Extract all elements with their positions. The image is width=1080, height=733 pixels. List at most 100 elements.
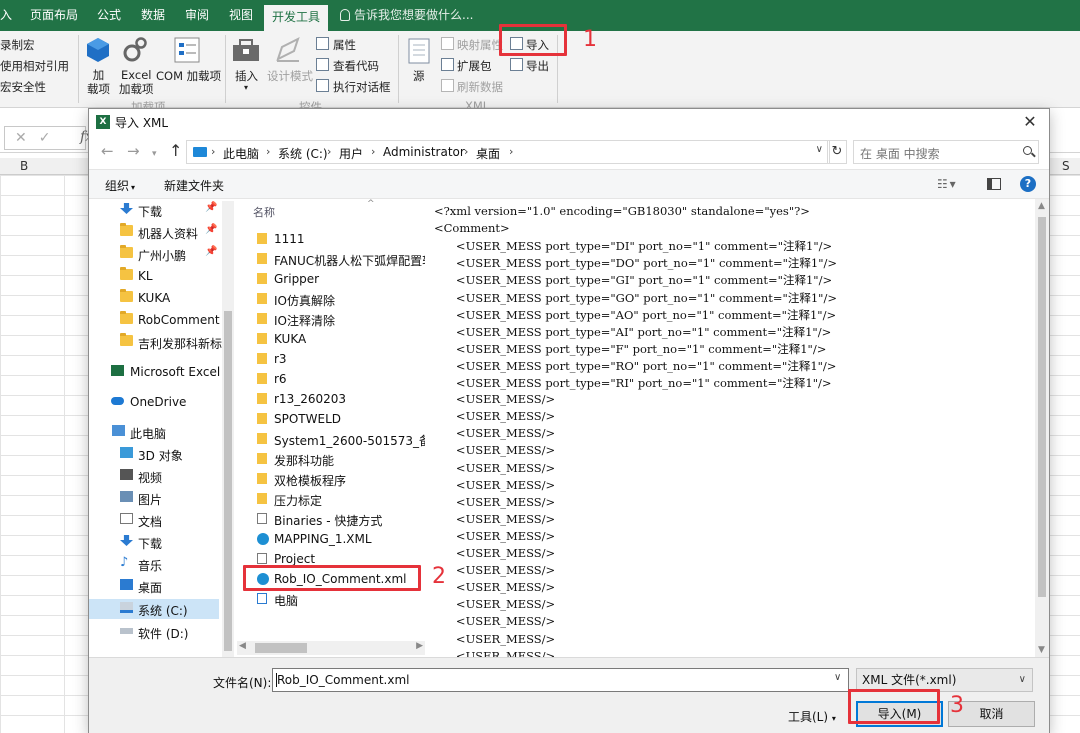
expansion-pack-button[interactable]: 扩展包 — [457, 58, 492, 74]
nav-scrollbar[interactable] — [222, 201, 234, 657]
tab-formulas[interactable]: 公式 — [97, 0, 121, 31]
file-item[interactable]: r13_260203 — [245, 389, 425, 409]
file-item[interactable]: System1_2600-501573_备份 — [245, 429, 425, 449]
com-addins-button[interactable]: COM 加载项 — [156, 68, 221, 84]
nav-item-kl[interactable]: KL — [89, 266, 219, 286]
nav-item-pictures[interactable]: 图片 — [89, 488, 219, 508]
tab-view[interactable]: 视图 — [229, 0, 253, 31]
file-item[interactable]: IO仿真解除 — [245, 289, 425, 309]
scroll-right-icon[interactable]: ▶ — [416, 641, 423, 651]
addins-button[interactable]: 加 载项 — [87, 68, 110, 96]
macro-security-button[interactable]: 宏安全性 — [0, 79, 46, 95]
file-item[interactable]: 1111 — [245, 229, 425, 249]
breadcrumb-users[interactable]: 用户 — [339, 145, 363, 162]
nav-item-documents[interactable]: 文档 — [89, 510, 219, 530]
breadcrumb-administrator[interactable]: Administrator — [383, 145, 465, 159]
nav-item-music[interactable]: ♪ 音乐 — [89, 554, 219, 574]
column-header-b[interactable]: B — [20, 159, 28, 173]
file-item[interactable]: r3 — [245, 349, 425, 369]
tab-review[interactable]: 审阅 — [185, 0, 209, 31]
file-item[interactable]: 电脑 — [245, 589, 425, 609]
help-icon[interactable]: ? — [1020, 176, 1036, 192]
formula-cancel-confirm[interactable]: ✕✓ — [4, 126, 86, 150]
map-properties-button[interactable]: 映射属性 — [457, 37, 503, 53]
address-dropdown-icon[interactable]: ∨ — [816, 144, 823, 155]
nav-item-desktop[interactable]: 桌面 — [89, 576, 219, 596]
run-dialog-button[interactable]: 执行对话框 — [333, 79, 391, 95]
scroll-down-icon[interactable]: ▼ — [1038, 645, 1045, 655]
nav-item-3d-objects[interactable]: 3D 对象 — [89, 444, 219, 464]
nav-item-guangzhou-xpeng[interactable]: 广州小鹏 📌 — [89, 244, 219, 264]
view-code-button[interactable]: 查看代码 — [333, 58, 379, 74]
filename-dropdown-icon[interactable]: ∨ — [834, 672, 841, 683]
refresh-icon[interactable]: ↻ — [827, 140, 847, 164]
insert-control-button[interactable]: 插入 — [235, 68, 258, 84]
tab-page-layout[interactable]: 页面布局 — [30, 0, 78, 31]
nav-scroll-thumb[interactable] — [224, 311, 232, 651]
nav-item-onedrive[interactable]: OneDrive — [89, 392, 219, 412]
xml-source-button[interactable]: 源 — [413, 68, 425, 84]
preview-scrollbar[interactable]: ▲ ▼ — [1035, 199, 1049, 657]
file-item[interactable]: MAPPING_1.XML — [245, 529, 425, 549]
design-mode-button[interactable]: 设计模式 — [267, 68, 313, 84]
tab-developer[interactable]: 开发工具 — [264, 5, 329, 31]
forward-arrow-icon[interactable]: → — [127, 143, 140, 159]
view-options-icon[interactable]: ☷ ▾ — [937, 177, 956, 191]
back-arrow-icon[interactable]: ← — [101, 143, 114, 159]
image-icon — [120, 491, 133, 502]
file-item[interactable]: Gripper — [245, 269, 425, 289]
nav-item-videos[interactable]: 视频 — [89, 466, 219, 486]
file-item[interactable]: 双枪模板程序 — [245, 469, 425, 489]
recent-dropdown-icon[interactable]: ▾ — [152, 146, 157, 162]
nav-item-downloads-pinned[interactable]: 下载 📌 — [89, 200, 219, 220]
refresh-data-button[interactable]: 刷新数据 — [457, 79, 503, 95]
nav-item-robot-docs[interactable]: 机器人资料 📌 — [89, 222, 219, 242]
search-input[interactable]: 在 桌面 中搜索 — [853, 140, 1039, 164]
breadcrumb-system-c[interactable]: 系统 (C:) — [278, 145, 328, 162]
tools-button[interactable]: 工具(L) ▾ — [788, 708, 836, 725]
nav-item-this-pc[interactable]: 此电脑 — [89, 422, 219, 442]
nav-item-label: 下载 — [138, 205, 163, 219]
file-item[interactable]: Binaries - 快捷方式 — [245, 509, 425, 529]
nav-item-label: KUKA — [138, 291, 171, 305]
nav-item-microsoft-excel[interactable]: Microsoft Excel — [89, 362, 220, 382]
file-list-hscrollbar[interactable]: ◀ ▶ — [237, 641, 425, 655]
file-item[interactable]: 发那科功能 — [245, 449, 425, 469]
column-header-s[interactable]: S — [1062, 159, 1070, 173]
nav-item-system-c[interactable]: 系统 (C:) — [89, 599, 219, 619]
relative-ref-button[interactable]: 使用相对引用 — [0, 58, 69, 74]
scroll-left-icon[interactable]: ◀ — [239, 641, 246, 651]
xml-export-button[interactable]: 导出 — [526, 58, 549, 74]
properties-button[interactable]: 属性 — [333, 37, 356, 53]
record-macro-button[interactable]: 录制宏 — [0, 37, 35, 53]
file-item[interactable]: 压力标定 — [245, 489, 425, 509]
file-name: r13_260203 — [274, 392, 347, 406]
column-header-name[interactable]: 名称 — [253, 204, 275, 220]
address-bar[interactable]: › 此电脑 › 系统 (C:) › 用户 › Administrator › 桌… — [186, 140, 830, 164]
breadcrumb-desktop[interactable]: 桌面 — [476, 145, 500, 162]
up-arrow-icon[interactable]: ↑ — [169, 143, 182, 159]
scroll-up-icon[interactable]: ▲ — [1038, 201, 1045, 211]
breadcrumb-this-pc[interactable]: 此电脑 — [223, 145, 259, 162]
file-item[interactable]: SPOTWELD — [245, 409, 425, 429]
file-item[interactable]: r6 — [245, 369, 425, 389]
preview-pane-icon[interactable] — [987, 178, 1001, 190]
hscroll-thumb[interactable] — [255, 643, 307, 653]
nav-item-software-d[interactable]: 软件 (D:) — [89, 622, 219, 642]
file-item[interactable]: FANUC机器人松下弧焊配置软件 — [245, 249, 425, 269]
new-folder-button[interactable]: 新建文件夹 — [164, 177, 224, 194]
nav-item-kuka[interactable]: KUKA — [89, 288, 219, 308]
close-icon[interactable]: ✕ — [1021, 113, 1039, 131]
filename-input[interactable]: Rob_IO_Comment.xml — [272, 668, 849, 692]
tab-data[interactable]: 数据 — [141, 0, 165, 31]
preview-scroll-thumb[interactable] — [1038, 217, 1046, 597]
nav-item-robcomment[interactable]: RobComment — [89, 310, 220, 330]
organize-button[interactable]: 组织 ▾ — [105, 177, 135, 194]
file-item[interactable]: KUKA — [245, 329, 425, 349]
tab-insert[interactable]: 入 — [0, 0, 12, 31]
nav-item-downloads[interactable]: 下载 — [89, 532, 219, 552]
nav-item-geely-fanuc[interactable]: 吉利发那科新标 — [89, 332, 222, 352]
tell-me-box[interactable]: 告诉我您想要做什么... — [340, 0, 473, 31]
excel-addins-button[interactable]: Excel 加载项 — [119, 68, 154, 96]
file-item[interactable]: IO注释清除 — [245, 309, 425, 329]
